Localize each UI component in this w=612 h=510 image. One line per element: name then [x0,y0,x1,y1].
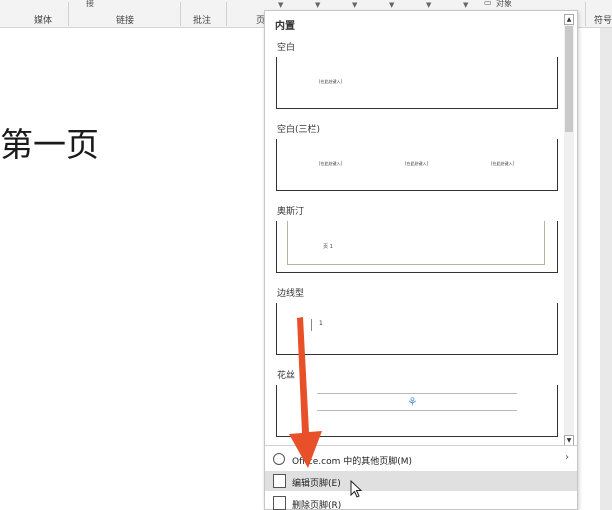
filigree-line [317,393,517,394]
ribbon-separator [68,2,69,26]
ribbon-fragment-label: 接 [86,0,94,8]
ribbon-separator [226,2,227,26]
footer-option-sideline[interactable]: 1 [276,303,558,355]
dropdown-arrow-icon[interactable]: ▼ [315,1,320,9]
footer-gallery-dropdown: 内置 ▲ ▼ 空白 [在此处键入] 空白(三栏) [在此处键入] [在此处键入]… [264,10,578,510]
footer-option-blank-three-column[interactable]: [在此处键入] [在此处键入] [在此处键入] [276,139,558,191]
command-separator [265,445,577,446]
dropdown-arrow-icon[interactable]: ▼ [389,1,394,9]
ribbon-object-label[interactable]: 对象 [496,0,512,9]
gallery-scrollbar[interactable]: ▲ ▼ [564,14,574,446]
sideline-bar [311,319,312,331]
object-icon[interactable]: ▭ [484,0,492,7]
placeholder-text: [在此处键入] [405,161,429,166]
ribbon-group-media[interactable]: 媒体 [34,13,52,26]
dropdown-arrow-icon[interactable]: ▼ [278,1,283,9]
scrollbar-thumb[interactable] [565,26,573,132]
footer-option-label: 奥斯汀 [277,207,305,217]
footer-option-label: 空白 [277,43,296,53]
ribbon-group-links[interactable]: 链接 [116,13,134,26]
edit-footer-button[interactable]: 编辑页脚(E) [265,471,577,491]
mouse-cursor-icon [350,480,363,498]
dropdown-arrow-icon[interactable]: ▼ [426,1,431,9]
more-footers-office-button[interactable]: Office.com 中的其他页脚(M) › [265,449,577,469]
footer-option-label: 花丝 [277,371,296,381]
footer-option-austin[interactable]: 页 1 [276,221,558,273]
ribbon-separator [180,2,181,26]
page-body-text: 第一页 [0,125,99,164]
footer-option-label: 边线型 [277,289,305,299]
ribbon-separator [585,2,586,26]
placeholder-text: [在此处键入] [319,79,343,84]
placeholder-text: [在此处键入] [319,161,343,166]
placeholder-text: [在此处键入] [491,161,515,166]
filigree-flourish-icon: ⚘ [407,395,418,409]
footer-option-label: 空白(三栏) [277,125,321,135]
more-footers-label: Office.com 中的其他页脚(M) [292,457,413,467]
ribbon-group-comments[interactable]: 批注 [193,13,211,26]
footer-option-blank[interactable]: [在此处键入] [276,57,558,109]
dropdown-arrow-icon[interactable]: ▼ [352,1,357,9]
remove-footer-icon [273,496,286,510]
dropdown-arrow-icon[interactable]: ▼ [463,1,468,9]
edit-footer-label: 编辑页脚(E) [292,479,341,489]
page-number-text: 页 1 [323,244,333,250]
filigree-line [317,410,517,411]
gallery-heading: 内置 [275,21,295,32]
remove-footer-button[interactable]: 删除页脚(R) [265,493,577,510]
remove-footer-label: 删除页脚(R) [292,501,342,510]
page-number-text: 1 [319,320,323,327]
edit-footer-icon [273,474,286,488]
ribbon-group-symbols[interactable]: 符号 [594,13,612,26]
footer-option-filigree[interactable]: ⚘ [276,385,558,437]
scroll-up-icon[interactable]: ▲ [564,14,574,25]
chevron-right-icon: › [565,452,569,463]
globe-icon [273,453,285,465]
